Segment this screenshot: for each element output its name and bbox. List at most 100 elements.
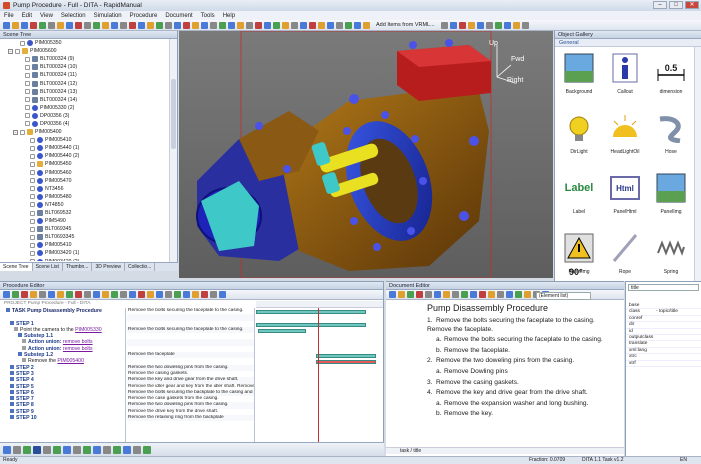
visibility-checkbox-icon[interactable]: [30, 234, 35, 240]
toolbar-tool-30-icon[interactable]: [264, 21, 271, 29]
procedure-link[interactable]: PIM005330: [75, 327, 102, 333]
scene-tree-item[interactable]: BLT069345: [0, 225, 170, 233]
procedure-tool-5-icon[interactable]: [39, 291, 46, 298]
gallery-section-general[interactable]: General: [555, 39, 701, 47]
procedure-tool-9-icon[interactable]: [75, 291, 82, 298]
add-items-button[interactable]: Add Items from VRML...: [376, 22, 435, 28]
procedure-description[interactable]: Remove the bolts securing the faceplate …: [127, 308, 254, 314]
procedure-tool-21-icon[interactable]: [183, 291, 190, 298]
procedure-description[interactable]: Remove the idler gear and key from the i…: [127, 384, 254, 390]
scene-tree-item[interactable]: PIM005480: [0, 193, 170, 201]
toolbar-tool-17-icon[interactable]: [147, 21, 154, 29]
document-tool-10-icon[interactable]: [470, 291, 477, 298]
menu-file[interactable]: File: [4, 13, 14, 19]
scene-tree-item[interactable]: BLT0693345: [0, 233, 170, 241]
document-tool-15-icon[interactable]: [515, 291, 522, 298]
procedure-tool-25-icon[interactable]: [219, 291, 226, 298]
scene-tree-item[interactable]: PIM005470: [0, 177, 170, 185]
toolbar-tool-36-icon[interactable]: [318, 21, 325, 29]
procedure-line[interactable]: STEP 10: [0, 415, 125, 421]
scene-tree-item[interactable]: PIM003420 (2): [0, 258, 170, 261]
gallery-item-callout[interactable]: Callout: [603, 49, 647, 106]
toolbar-tool-14-icon[interactable]: [120, 21, 127, 29]
gantt-bar[interactable]: [316, 354, 376, 359]
procedure-tool-10-icon[interactable]: [84, 291, 91, 298]
toolbar-tool-27-icon[interactable]: [237, 21, 244, 29]
procedure-tool-17-icon[interactable]: [147, 291, 154, 298]
fit-icon[interactable]: [123, 445, 131, 454]
procedure-tool-19-icon[interactable]: [165, 291, 172, 298]
pause-icon[interactable]: [33, 445, 41, 454]
toolbar-tool-44-icon[interactable]: [458, 21, 466, 29]
visibility-checkbox-icon[interactable]: [25, 56, 30, 62]
menu-help[interactable]: Help: [223, 13, 235, 19]
toolbar-tool-37-icon[interactable]: [327, 21, 334, 29]
toolbar-tool-50-icon[interactable]: [512, 21, 520, 29]
tab-3d-preview[interactable]: 3D Preview: [92, 263, 126, 271]
play-icon[interactable]: [23, 445, 31, 454]
visibility-checkbox-icon[interactable]: [30, 242, 35, 248]
toolbar-tool-21-icon[interactable]: [183, 21, 190, 29]
scene-tree-item[interactable]: PIM005460: [0, 169, 170, 177]
gallery-item-panelimg[interactable]: PanelImg: [649, 169, 693, 226]
visibility-checkbox-icon[interactable]: [30, 194, 35, 200]
toolbar-tool-18-icon[interactable]: [156, 21, 163, 29]
camera-icon[interactable]: [103, 445, 111, 454]
scene-tree-item[interactable]: NT4850: [0, 201, 170, 209]
visibility-checkbox-icon[interactable]: [25, 81, 30, 87]
menu-edit[interactable]: Edit: [22, 13, 32, 19]
procedure-tool-3-icon[interactable]: [21, 291, 28, 298]
skip-end-icon[interactable]: [53, 445, 61, 454]
maximize-button[interactable]: □: [669, 1, 683, 9]
toolbar-tool-29-icon[interactable]: [255, 21, 262, 29]
scene-tree-item[interactable]: PIM005350: [0, 39, 170, 47]
toolbar-tool-46-icon[interactable]: [476, 21, 484, 29]
toolbar-tool-40-icon[interactable]: [354, 21, 361, 29]
procedure-tool-24-icon[interactable]: [210, 291, 217, 298]
procedure-tool-1-icon[interactable]: [3, 291, 10, 298]
scene-tree-item[interactable]: PIM005440 (2): [0, 152, 170, 160]
scene-tree-item[interactable]: − PIM005600: [0, 47, 170, 55]
zoom-out-icon[interactable]: [93, 445, 101, 454]
gallery-item-hose[interactable]: Hose: [649, 109, 693, 166]
document-content[interactable]: Pump Disassembly Procedure 1. Remove the …: [386, 300, 618, 446]
expand-toggle-icon[interactable]: −: [13, 129, 18, 135]
procedure-link[interactable]: PIM005400: [57, 358, 84, 364]
menu-procedure[interactable]: Procedure: [130, 13, 158, 19]
scene-tree-item[interactable]: BLT000324 (11): [0, 71, 170, 79]
tab-thumbn-[interactable]: Thumbn...: [63, 263, 93, 271]
scene-tree-item[interactable]: PIM005410: [0, 241, 170, 249]
gallery-item-rope[interactable]: Rope: [603, 229, 647, 286]
toolbar-tool-3-icon[interactable]: [21, 21, 28, 29]
close-button[interactable]: ✕: [685, 1, 699, 9]
scene-tree-item[interactable]: BLT000324 (12): [0, 79, 170, 87]
zoom-in-icon[interactable]: [83, 445, 91, 454]
scene-tree-item[interactable]: DP00356 (4): [0, 120, 170, 128]
toolbar-tool-5-icon[interactable]: [39, 21, 46, 29]
toolbar-tool-24-icon[interactable]: [210, 21, 217, 29]
document-list-item[interactable]: 3. Remove the casing gaskets.: [427, 379, 618, 388]
visibility-checkbox-icon[interactable]: [30, 153, 35, 159]
visibility-checkbox-icon[interactable]: [30, 202, 35, 208]
visibility-checkbox-icon[interactable]: [30, 210, 35, 216]
scene-tree-item[interactable]: PIM005410: [0, 136, 170, 144]
gantt-cursor[interactable]: [318, 308, 319, 448]
gallery-item-headlightoil[interactable]: HeadLightOil: [603, 109, 647, 166]
toolbar-tool-12-icon[interactable]: [102, 21, 109, 29]
gantt-bar[interactable]: [258, 328, 306, 333]
toolbar-tool-33-icon[interactable]: [291, 21, 298, 29]
scene-tree-item[interactable]: BLT000324 (9): [0, 55, 170, 63]
scrollbar-thumb[interactable]: [171, 79, 176, 149]
tab-collectio-[interactable]: Collectio...: [125, 263, 156, 271]
document-tool-5-icon[interactable]: [425, 291, 432, 298]
procedure-tool-18-icon[interactable]: [156, 291, 163, 298]
gallery-item-panelhtml[interactable]: Html PanelHtml: [603, 169, 647, 226]
toolbar-tool-49-icon[interactable]: [503, 21, 511, 29]
visibility-checkbox-icon[interactable]: [25, 64, 30, 70]
document-tool-11-icon[interactable]: [479, 291, 486, 298]
visibility-checkbox-icon[interactable]: [25, 97, 30, 103]
scene-tree-item[interactable]: BLT000324 (14): [0, 96, 170, 104]
document-tool-14-icon[interactable]: [506, 291, 513, 298]
document-list-item[interactable]: 1. Remove the bolts securing the faceplat…: [427, 317, 618, 334]
visibility-checkbox-icon[interactable]: [30, 137, 35, 143]
